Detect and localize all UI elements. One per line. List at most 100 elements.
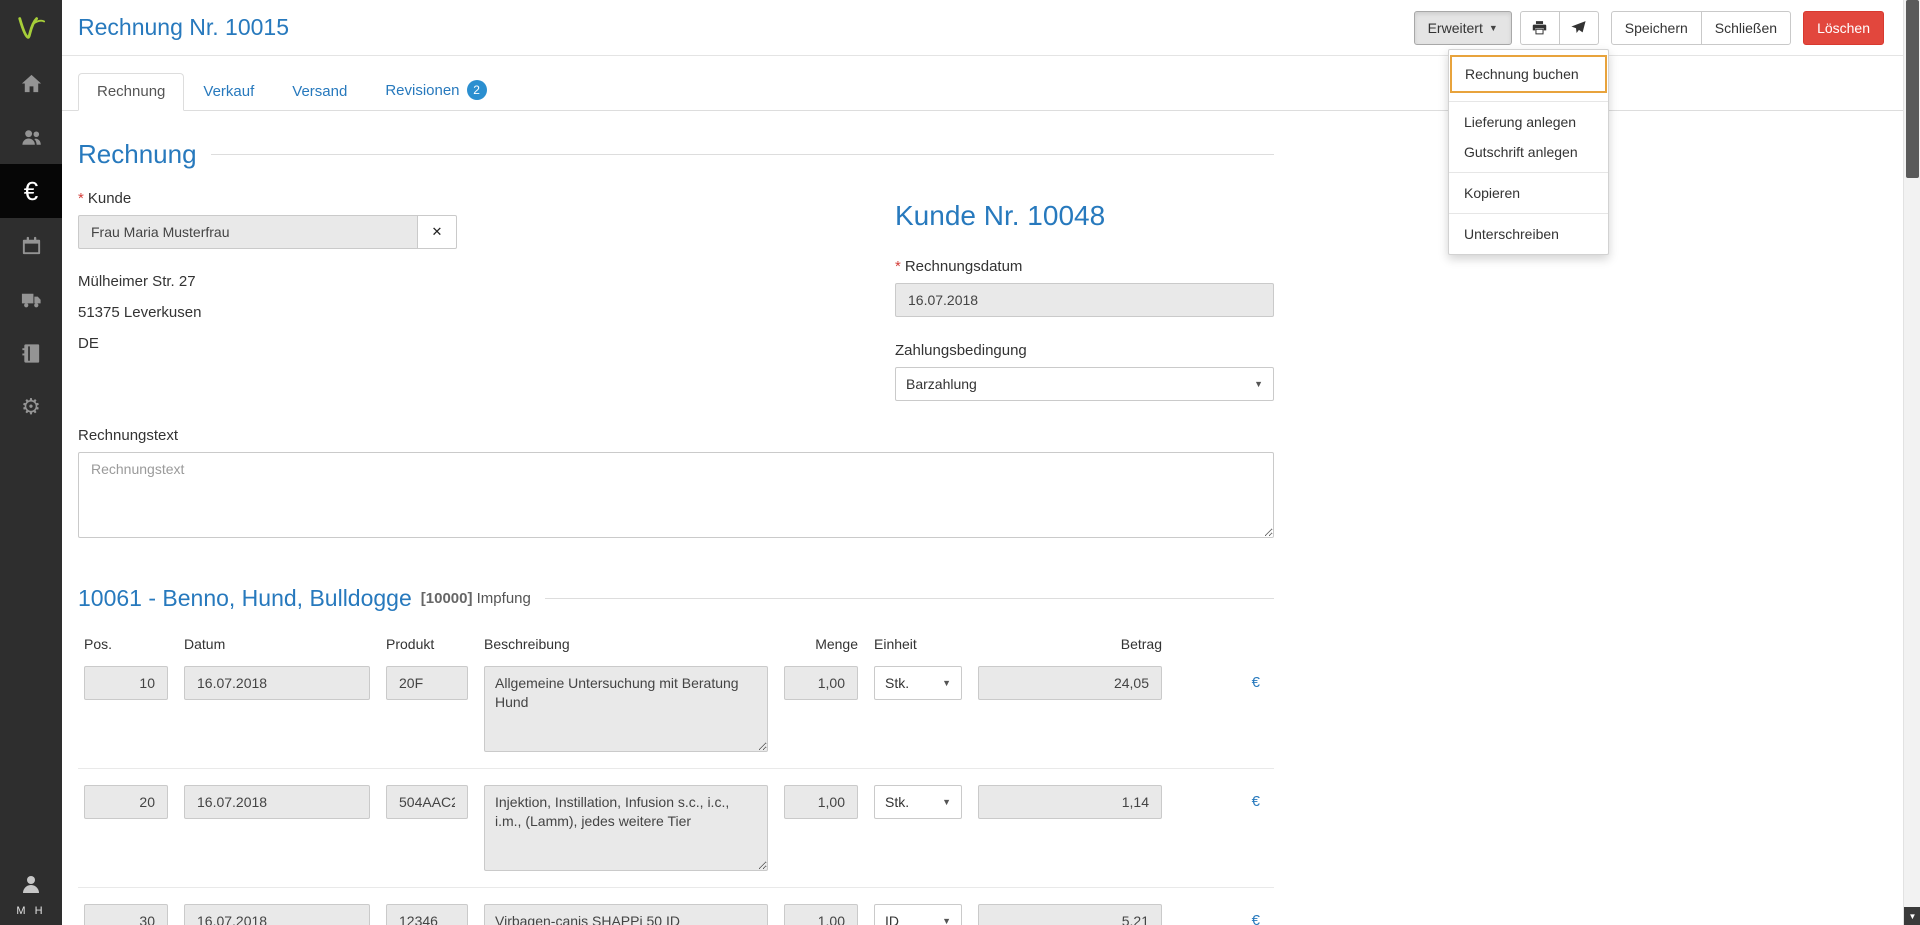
menu-item-kopieren[interactable]: Kopieren bbox=[1449, 178, 1608, 208]
datum-input[interactable] bbox=[184, 904, 370, 925]
item-row: Injektion, Instillation, Infusion s.c., … bbox=[78, 785, 1274, 888]
menu-divider bbox=[1449, 213, 1608, 214]
print-send-group bbox=[1520, 11, 1599, 45]
betrag-input[interactable] bbox=[978, 785, 1162, 819]
sidebar-user[interactable]: M H bbox=[0, 872, 62, 925]
speichern-button[interactable]: Speichern bbox=[1611, 11, 1702, 45]
address-line: DE bbox=[78, 335, 895, 352]
col-header-produkt: Produkt bbox=[386, 636, 468, 652]
einheit-select[interactable]: Stk. ▼ bbox=[874, 666, 962, 700]
section-title-rechnung: Rechnung bbox=[78, 139, 1274, 170]
zahlungsbedingung-value: Barzahlung bbox=[906, 376, 977, 392]
caret-down-icon: ▼ bbox=[1489, 23, 1498, 33]
chevron-down-icon: ▼ bbox=[942, 916, 951, 925]
einheit-value: Stk. bbox=[885, 794, 909, 810]
beschreibung-textarea[interactable]: Injektion, Instillation, Infusion s.c., … bbox=[484, 785, 768, 871]
menge-input[interactable] bbox=[784, 785, 858, 819]
sidebar-item-settings[interactable]: ⚙ bbox=[0, 380, 62, 434]
rechnungsdatum-label: *Rechnungsdatum bbox=[895, 258, 1274, 275]
tab-bar: Rechnung Verkauf Versand Revisionen 2 bbox=[62, 56, 1920, 111]
items-table-header: Pos. Datum Produkt Beschreibung Menge Ei… bbox=[78, 636, 1274, 652]
tab-revisionen[interactable]: Revisionen 2 bbox=[366, 70, 505, 111]
rechnungstext-label: Rechnungstext bbox=[78, 427, 1274, 444]
pos-input[interactable] bbox=[84, 904, 168, 925]
rechnungsdatum-input[interactable] bbox=[895, 283, 1274, 317]
betrag-input[interactable] bbox=[978, 666, 1162, 700]
sidebar-item-invoices[interactable]: € bbox=[0, 164, 62, 218]
datum-input[interactable] bbox=[184, 785, 370, 819]
kunde-input[interactable] bbox=[78, 215, 418, 249]
produkt-input[interactable] bbox=[386, 904, 468, 925]
sidebar-item-home[interactable] bbox=[0, 56, 62, 110]
tab-label: Versand bbox=[292, 83, 347, 100]
tab-rechnung[interactable]: Rechnung bbox=[78, 73, 184, 111]
print-button[interactable] bbox=[1520, 11, 1560, 45]
price-details-link[interactable]: € bbox=[1178, 904, 1274, 925]
customer-address: Mülheimer Str. 27 51375 Leverkusen DE bbox=[78, 273, 895, 352]
sidebar-item-calendar[interactable] bbox=[0, 218, 62, 272]
kunde-clear-button[interactable]: ✕ bbox=[418, 215, 457, 249]
send-button[interactable] bbox=[1559, 11, 1599, 45]
menu-item-gutschrift-anlegen[interactable]: Gutschrift anlegen bbox=[1449, 137, 1608, 167]
truck-icon bbox=[20, 288, 43, 311]
col-header-datum: Datum bbox=[184, 636, 370, 652]
einheit-select[interactable]: Stk. ▼ bbox=[874, 785, 962, 819]
col-header-einheit: Einheit bbox=[874, 636, 962, 652]
produkt-input[interactable] bbox=[386, 785, 468, 819]
menge-input[interactable] bbox=[784, 666, 858, 700]
erweitert-label: Erweitert bbox=[1428, 20, 1483, 36]
vertical-scrollbar[interactable]: ▼ bbox=[1903, 0, 1920, 925]
app-window: € ⚙ M H bbox=[0, 0, 1920, 925]
loeschen-button[interactable]: Löschen bbox=[1803, 11, 1884, 45]
rechnungstext-textarea[interactable] bbox=[78, 452, 1274, 538]
erweitert-dropdown-menu: Rechnung buchen Lieferung anlegen Gutsch… bbox=[1448, 49, 1609, 255]
kunde-nr-heading: Kunde Nr. 10048 bbox=[895, 200, 1274, 232]
einheit-value: ID bbox=[885, 913, 899, 925]
patient-code: [10000] bbox=[421, 590, 473, 607]
kunde-label: *Kunde bbox=[78, 190, 895, 207]
beschreibung-textarea[interactable]: Virbagen-canis SHAPPi 50 ID bbox=[484, 904, 768, 925]
sidebar-item-customers[interactable] bbox=[0, 110, 62, 164]
tab-verkauf[interactable]: Verkauf bbox=[184, 73, 273, 111]
scrollbar-thumb[interactable] bbox=[1906, 0, 1919, 178]
pos-input[interactable] bbox=[84, 666, 168, 700]
pos-input[interactable] bbox=[84, 785, 168, 819]
app-logo[interactable] bbox=[0, 0, 62, 56]
price-details-link[interactable]: € bbox=[1178, 666, 1274, 700]
page-title: Rechnung Nr. 10015 bbox=[78, 14, 289, 41]
sidebar-item-deliveries[interactable] bbox=[0, 272, 62, 326]
patient-treatment: Impfung bbox=[477, 590, 531, 607]
address-line: 51375 Leverkusen bbox=[78, 304, 895, 321]
menu-item-unterschreiben[interactable]: Unterschreiben bbox=[1449, 219, 1608, 249]
erweitert-dropdown-button[interactable]: Erweitert ▼ bbox=[1414, 11, 1512, 45]
close-icon: ✕ bbox=[432, 224, 443, 239]
produkt-input[interactable] bbox=[386, 666, 468, 700]
sidebar-item-addressbook[interactable] bbox=[0, 326, 62, 380]
tab-label: Revisionen bbox=[385, 82, 459, 99]
book-icon bbox=[20, 342, 43, 365]
patient-section-title: 10061 - Benno, Hund, Bulldogge [10000] I… bbox=[78, 585, 1274, 612]
chevron-down-icon: ▼ bbox=[1254, 379, 1263, 389]
tab-versand[interactable]: Versand bbox=[273, 73, 366, 111]
schliessen-button[interactable]: Schließen bbox=[1701, 11, 1791, 45]
scrollbar-down-button[interactable]: ▼ bbox=[1904, 907, 1920, 925]
zahlungsbedingung-select[interactable]: Barzahlung ▼ bbox=[895, 367, 1274, 401]
menge-input[interactable] bbox=[784, 904, 858, 925]
price-details-link[interactable]: € bbox=[1178, 785, 1274, 819]
menu-item-rechnung-buchen[interactable]: Rechnung buchen bbox=[1450, 55, 1607, 93]
patient-subtitle: [10000] Impfung bbox=[421, 590, 531, 607]
paper-plane-icon bbox=[1570, 19, 1587, 36]
einheit-select[interactable]: ID ▼ bbox=[874, 904, 962, 925]
beschreibung-textarea[interactable]: Allgemeine Untersuchung mit Beratung Hun… bbox=[484, 666, 768, 752]
revisions-count-badge: 2 bbox=[467, 80, 487, 100]
betrag-input[interactable] bbox=[978, 904, 1162, 925]
col-header-menge: Menge bbox=[784, 636, 858, 652]
menu-divider bbox=[1449, 101, 1608, 102]
printer-icon bbox=[1531, 19, 1548, 36]
main-area: Rechnung Nr. 10015 Erweitert ▼ bbox=[62, 0, 1920, 925]
menu-item-lieferung-anlegen[interactable]: Lieferung anlegen bbox=[1449, 107, 1608, 137]
datum-input[interactable] bbox=[184, 666, 370, 700]
address-line: Mülheimer Str. 27 bbox=[78, 273, 895, 290]
save-close-group: Speichern Schließen bbox=[1611, 11, 1791, 45]
invoice-meta-column: Kunde Nr. 10048 *Rechnungsdatum Zahlungs… bbox=[895, 190, 1274, 401]
